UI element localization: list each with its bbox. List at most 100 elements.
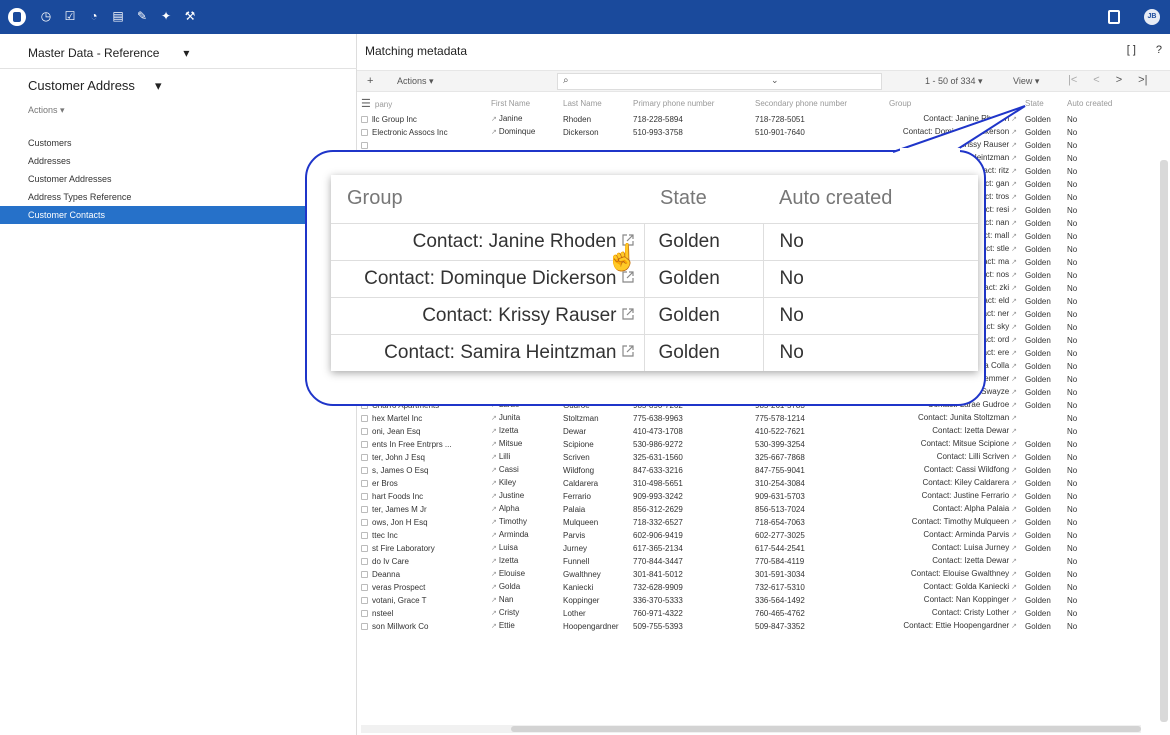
- pin-icon[interactable]: ✦: [160, 9, 172, 23]
- horizontal-scrollbar[interactable]: [361, 725, 1141, 733]
- external-link-icon[interactable]: ↗: [1009, 259, 1017, 266]
- row-checkbox[interactable]: [361, 518, 368, 526]
- edit-icon[interactable]: ✎: [136, 9, 148, 23]
- cell-group[interactable]: Contact: Nan Koppinger ↗: [885, 594, 1021, 607]
- external-link-icon[interactable]: ↗: [491, 532, 499, 539]
- cell-group[interactable]: Contact: Elouise Gwalthney ↗: [885, 568, 1021, 581]
- table-row[interactable]: ttec Inc ↗ Arminda Parvis 602-906-9419 602-2…: [357, 529, 1157, 542]
- column-header-secondary-phone[interactable]: Secondary phone number: [751, 94, 885, 113]
- row-checkbox[interactable]: [361, 557, 368, 565]
- chevron-down-icon[interactable]: ▾: [183, 46, 189, 60]
- prev-page-button[interactable]: <: [1093, 74, 1099, 86]
- external-link-icon[interactable]: ↗: [1009, 415, 1017, 422]
- last-page-button[interactable]: >|: [1138, 74, 1147, 86]
- external-link-icon[interactable]: ↗: [491, 519, 499, 526]
- external-link-icon[interactable]: ↗: [491, 467, 499, 474]
- table-row[interactable]: son Millwork Co ↗ Ettie Hoopengardner 509-7…: [357, 620, 1157, 633]
- external-link-icon[interactable]: ↗: [1009, 558, 1017, 565]
- clock-icon[interactable]: ◷: [40, 9, 52, 23]
- horizontal-scroll-thumb[interactable]: [511, 726, 1141, 732]
- cell-group[interactable]: Contact: Lilli Scriven ↗: [885, 451, 1021, 464]
- external-link-icon[interactable]: ↗: [1009, 376, 1017, 383]
- view-menu[interactable]: View ▾: [1013, 76, 1039, 87]
- table-row[interactable]: llc Group Inc ↗ Janine Rhoden 718-228-5894 7…: [357, 113, 1157, 126]
- external-link-icon[interactable]: ↗: [1009, 168, 1017, 175]
- cell-group[interactable]: Contact: Dominque Dickerson ↗: [885, 126, 1021, 139]
- external-link-icon[interactable]: ↗: [491, 506, 499, 513]
- column-header-group[interactable]: Group: [885, 94, 1021, 113]
- zoom-cell-group[interactable]: Contact: Dominque Dickerson: [331, 259, 645, 297]
- row-checkbox[interactable]: [361, 141, 368, 149]
- external-link-icon[interactable]: ↗: [491, 129, 499, 136]
- external-link-icon[interactable]: ↗: [1009, 610, 1017, 617]
- external-link-icon[interactable]: ↗: [491, 116, 499, 123]
- external-link-icon[interactable]: ↗: [1009, 298, 1017, 305]
- external-link-icon[interactable]: ↗: [491, 480, 499, 487]
- table-row[interactable]: ter, James M Jr ↗ Alpha Palaia 856-312-2629…: [357, 503, 1157, 516]
- external-link-icon[interactable]: ↗: [1009, 428, 1017, 435]
- external-link-icon[interactable]: ↗: [1009, 363, 1017, 370]
- external-link-icon[interactable]: ↗: [491, 571, 499, 578]
- cell-group[interactable]: Contact: Mitsue Scipione ↗: [885, 438, 1021, 451]
- row-checkbox[interactable]: [361, 479, 368, 487]
- external-link-icon[interactable]: ↗: [1009, 207, 1017, 214]
- external-link-icon[interactable]: ↗: [1009, 337, 1017, 344]
- table-row[interactable]: er Bros ↗ Kiley Caldarera 310-498-5651 310-2…: [357, 477, 1157, 490]
- dashboard-icon[interactable]: ◔: [88, 9, 100, 23]
- cell-group[interactable]: Contact: Luisa Jurney ↗: [885, 542, 1021, 555]
- external-link-icon[interactable]: ↗: [1009, 571, 1017, 578]
- zoom-cell-group[interactable]: Contact: Janine Rhoden: [331, 222, 645, 260]
- zoom-cell-group[interactable]: Contact: Krissy Rauser: [331, 296, 645, 334]
- external-link-icon[interactable]: ↗: [1009, 519, 1017, 526]
- external-link-icon[interactable]: ↗: [1009, 441, 1017, 448]
- external-link-icon[interactable]: ↗: [1009, 311, 1017, 318]
- column-header-company[interactable]: ☰ pany: [357, 94, 487, 113]
- row-checkbox[interactable]: [361, 414, 368, 422]
- sidebar-item-customer-contacts[interactable]: Customer Contacts: [0, 206, 357, 224]
- external-link-icon[interactable]: ↗: [1009, 467, 1017, 474]
- external-link-icon[interactable]: ↗: [1009, 597, 1017, 604]
- external-link-icon[interactable]: ↗: [1009, 350, 1017, 357]
- column-header-auto-created[interactable]: Auto created: [1063, 94, 1157, 113]
- external-link-icon[interactable]: ↗: [491, 558, 499, 565]
- table-row[interactable]: ter, John J Esq ↗ Lilli Scriven 325-631-156…: [357, 451, 1157, 464]
- row-checkbox[interactable]: [361, 622, 368, 630]
- row-checkbox[interactable]: [361, 570, 368, 578]
- column-header-last-name[interactable]: Last Name: [559, 94, 629, 113]
- cell-group[interactable]: Contact: Ettie Hoopengardner ↗: [885, 620, 1021, 633]
- sidebar-item-customers[interactable]: Customers: [0, 134, 357, 152]
- external-link-icon[interactable]: [620, 306, 636, 322]
- add-button[interactable]: +: [367, 75, 373, 87]
- chevron-down-icon[interactable]: ▾: [155, 78, 162, 94]
- cell-group[interactable]: Contact: Cristy Lother ↗: [885, 607, 1021, 620]
- zoom-cell-group[interactable]: Contact: Samira Heintzman: [331, 333, 645, 371]
- sidebar-header[interactable]: Master Data - Reference ▾: [28, 46, 189, 60]
- cell-group[interactable]: Contact: Janine Rhoden ↗: [885, 113, 1021, 126]
- external-link-icon[interactable]: ↗: [1009, 389, 1017, 396]
- row-checkbox[interactable]: [361, 128, 368, 136]
- help-icon[interactable]: ?: [1156, 44, 1162, 56]
- search-dropdown[interactable]: ⌄: [767, 73, 882, 90]
- table-row[interactable]: ents In Free Entrprs ... ↗ Mitsue Scipione…: [357, 438, 1157, 451]
- cell-group[interactable]: Contact: Timothy Mulqueen ↗: [885, 516, 1021, 529]
- external-link-icon[interactable]: ↗: [491, 415, 499, 422]
- external-link-icon[interactable]: ↗: [1009, 545, 1017, 552]
- table-row[interactable]: Electronic Assocs Inc ↗ Dominque Dickerson…: [357, 126, 1157, 139]
- row-checkbox[interactable]: [361, 440, 368, 448]
- external-link-icon[interactable]: ↗: [491, 493, 499, 500]
- table-row[interactable]: nsteel ↗ Cristy Lother 760-971-4322 760-465-…: [357, 607, 1157, 620]
- column-header-state[interactable]: State: [1021, 94, 1063, 113]
- cell-group[interactable]: Contact: Kiley Caldarera ↗: [885, 477, 1021, 490]
- row-checkbox[interactable]: [361, 531, 368, 539]
- avatar[interactable]: JB: [1144, 9, 1160, 25]
- pagination-range[interactable]: 1 - 50 of 334 ▾: [925, 76, 983, 87]
- external-link-icon[interactable]: ↗: [1009, 272, 1017, 279]
- external-link-icon[interactable]: ↗: [1009, 181, 1017, 188]
- external-link-icon[interactable]: ↗: [1009, 155, 1017, 162]
- external-link-icon[interactable]: ↗: [491, 623, 499, 630]
- row-checkbox[interactable]: [361, 596, 368, 604]
- external-link-icon[interactable]: ↗: [1009, 493, 1017, 500]
- external-link-icon[interactable]: ↗: [1009, 285, 1017, 292]
- actions-menu[interactable]: Actions ▾: [397, 76, 434, 87]
- table-row[interactable]: s, James O Esq ↗ Cassi Wildfong 847-633-321…: [357, 464, 1157, 477]
